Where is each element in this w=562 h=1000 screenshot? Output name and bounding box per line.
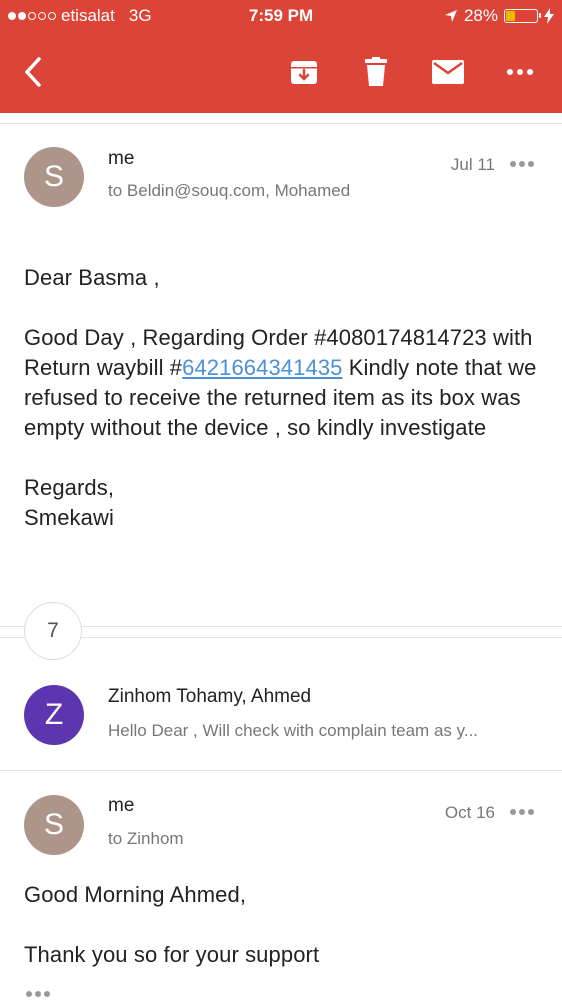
divider — [0, 626, 562, 627]
sender-name: Zinhom Tohamy, Ahmed — [108, 686, 312, 707]
more-icon — [507, 69, 533, 75]
avatar: Z — [24, 685, 84, 745]
divider — [0, 637, 562, 638]
status-bar: etisalat 3G 7:59 PM 28% — [0, 0, 562, 32]
recipients-line[interactable]: to Beldin@souq.com, Mohamed — [108, 181, 350, 201]
back-button[interactable] — [13, 52, 53, 92]
avatar[interactable]: S — [24, 795, 84, 855]
greeting: Dear Basma , — [24, 265, 160, 290]
collapsed-messages-count[interactable]: 7 — [24, 602, 82, 660]
recipients-line[interactable]: to Zinhom — [108, 829, 184, 849]
waybill-link[interactable]: 6421664341435 — [182, 355, 342, 380]
archive-icon — [291, 61, 317, 84]
signature: Smekawi — [24, 505, 114, 530]
archive-button[interactable] — [284, 52, 324, 92]
divider — [0, 123, 562, 124]
battery-icon — [504, 9, 541, 23]
mail-icon — [432, 60, 464, 84]
greeting: Good Morning Ahmed, — [24, 882, 247, 907]
divider — [0, 770, 562, 771]
location-arrow-icon — [444, 10, 457, 22]
app-bar: etisalat 3G 7:59 PM 28% — [0, 0, 562, 113]
message-snippet: Hello Dear , Will check with complain te… — [108, 721, 479, 740]
signoff: Regards, — [24, 475, 115, 500]
avatar[interactable]: S — [24, 147, 84, 207]
message-date: Oct 16 — [444, 803, 495, 822]
message-more-icon[interactable] — [510, 161, 534, 167]
toolbar — [0, 40, 562, 104]
sender-name: me — [108, 148, 135, 169]
message-body: Good Morning Ahmed, Thank you so for you… — [24, 880, 544, 970]
charging-bolt-icon — [544, 8, 554, 24]
message-body: Dear Basma , Good Day , Regarding Order … — [24, 263, 544, 533]
trash-icon — [365, 57, 387, 86]
battery-percent: 28% — [463, 6, 498, 25]
message-date: Jul 11 — [450, 155, 495, 174]
show-trimmed-content-icon[interactable] — [26, 991, 50, 997]
message-more-icon[interactable] — [510, 809, 534, 815]
more-options-button[interactable] — [500, 52, 540, 92]
sender-name: me — [108, 795, 135, 816]
mark-unread-button[interactable] — [428, 52, 468, 92]
body-paragraph: Thank you so for your support — [24, 942, 320, 967]
delete-button[interactable] — [356, 52, 396, 92]
body-paragraph: Good Day , Regarding Order #408017481472… — [24, 325, 537, 440]
chevron-left-icon — [25, 57, 41, 87]
